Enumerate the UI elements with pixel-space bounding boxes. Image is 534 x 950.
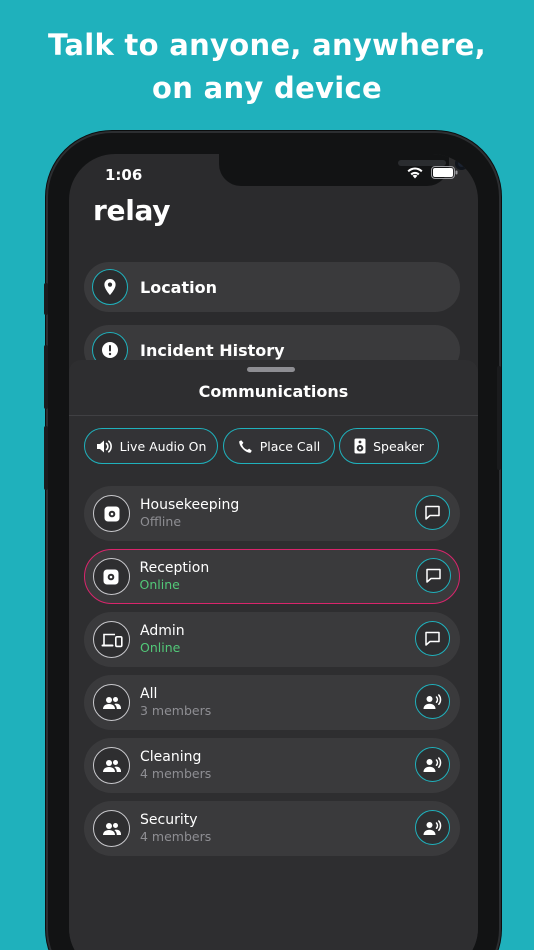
group-icon xyxy=(102,822,121,835)
relay-device-icon xyxy=(103,569,119,584)
live-audio-button[interactable]: Live Audio On xyxy=(84,428,218,464)
location-ring xyxy=(92,269,128,305)
group-voice-icon xyxy=(423,756,441,772)
group-icon xyxy=(102,696,121,709)
menu-location[interactable]: Location xyxy=(84,262,460,312)
speaker-volume-icon xyxy=(96,439,112,453)
group-row-all[interactable]: All 3 members xyxy=(84,675,460,730)
place-call-label: Place Call xyxy=(259,438,321,454)
group-avatar xyxy=(93,684,130,721)
contact-row-admin[interactable]: Admin Online xyxy=(84,612,460,667)
group-name: All xyxy=(140,686,158,702)
contact-avatar xyxy=(93,621,130,658)
group-row-cleaning[interactable]: Cleaning 4 members xyxy=(84,738,460,793)
sheet-divider xyxy=(69,415,478,416)
phone-icon xyxy=(238,439,252,453)
status-icons xyxy=(406,166,458,179)
phone-volume-up xyxy=(44,345,48,409)
phone-screen: 1:06 relay Location Incident History Com… xyxy=(69,154,478,950)
message-icon xyxy=(425,631,440,646)
contact-avatar xyxy=(92,558,130,595)
wifi-icon xyxy=(407,167,423,179)
place-call-button[interactable]: Place Call xyxy=(223,428,335,464)
group-voice-button[interactable] xyxy=(415,747,450,782)
app-title: relay xyxy=(93,194,171,227)
contact-name: Admin xyxy=(140,623,185,639)
contact-row-reception[interactable]: Reception Online xyxy=(84,549,460,604)
group-members: 3 members xyxy=(140,703,212,718)
phone-volume-down xyxy=(44,426,48,490)
contact-status: Online xyxy=(140,640,181,655)
communications-sheet: Communications Live Audio On Place Call xyxy=(69,360,478,950)
phone-power-button xyxy=(497,366,501,470)
headline-line-2: on any device xyxy=(152,71,382,105)
message-icon xyxy=(425,505,440,520)
group-members: 4 members xyxy=(140,766,212,781)
message-button[interactable] xyxy=(415,621,450,656)
menu-location-label: Location xyxy=(140,277,217,297)
group-icon xyxy=(102,759,121,772)
group-voice-button[interactable] xyxy=(415,810,450,845)
contact-name: Reception xyxy=(139,560,210,576)
status-time: 1:06 xyxy=(105,166,143,184)
contact-avatar xyxy=(93,495,130,532)
group-members: 4 members xyxy=(140,829,212,844)
group-name: Cleaning xyxy=(140,749,202,765)
battery-icon xyxy=(431,166,458,179)
group-voice-icon xyxy=(423,819,441,835)
headline-line-1: Talk to anyone, anywhere, xyxy=(48,28,486,62)
speaker-label: Speaker xyxy=(373,438,424,454)
group-name: Security xyxy=(140,812,198,828)
group-avatar xyxy=(93,810,130,847)
relay-device-icon xyxy=(104,506,119,521)
group-row-security[interactable]: Security 4 members xyxy=(84,801,460,856)
group-avatar xyxy=(93,747,130,784)
sheet-grabber[interactable] xyxy=(247,367,295,372)
loudspeaker-icon xyxy=(354,438,366,454)
group-voice-button[interactable] xyxy=(415,684,450,719)
marketing-headline: Talk to anyone, anywhere, on any device xyxy=(0,24,534,110)
alert-icon xyxy=(102,342,118,358)
contact-status: Offline xyxy=(140,514,182,529)
message-button[interactable] xyxy=(415,557,451,593)
live-audio-label: Live Audio On xyxy=(119,438,207,454)
menu-incident-label: Incident History xyxy=(140,340,285,360)
contact-status: Online xyxy=(139,577,180,592)
contact-name: Housekeeping xyxy=(140,497,240,513)
message-button[interactable] xyxy=(415,495,450,530)
location-pin-icon xyxy=(104,279,116,295)
contact-row-housekeeping[interactable]: Housekeeping Offline xyxy=(84,486,460,541)
phone-side-button xyxy=(44,283,48,315)
group-voice-icon xyxy=(423,693,441,709)
sheet-title: Communications xyxy=(198,382,349,401)
message-icon xyxy=(425,568,441,583)
devices-icon xyxy=(101,633,123,647)
speaker-button[interactable]: Speaker xyxy=(339,428,439,464)
